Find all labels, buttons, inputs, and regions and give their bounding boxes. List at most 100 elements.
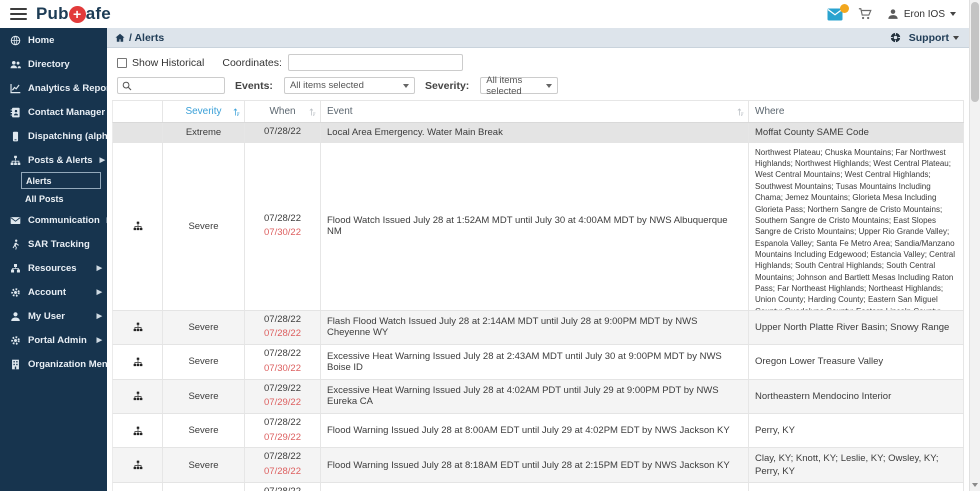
events-select[interactable]: All items selected — [283, 77, 415, 94]
sidebar-item-label: Resources — [28, 262, 77, 274]
alert-where: Perry, KY — [749, 414, 964, 448]
chevron-right-icon: ▶ — [99, 157, 105, 164]
severity-select[interactable]: All items selected — [480, 75, 559, 97]
alert-severity: Severe — [163, 142, 245, 310]
sidebar-subitem-all-posts[interactable]: All Posts — [21, 191, 101, 206]
sidebar-item-dispatching-alpha[interactable]: Dispatching (alpha) — [0, 124, 107, 148]
alert-severity: Severe — [163, 414, 245, 448]
sidebar-item-label: Directory — [28, 58, 70, 70]
sidebar-item-analytics-reports[interactable]: Analytics & Reports▶ — [0, 76, 107, 100]
alert-severity: Severe — [163, 345, 245, 379]
vertical-scrollbar[interactable] — [969, 0, 980, 491]
alert-row[interactable]: Severe 07/29/22 07/29/22 Excessive Heat War… — [112, 379, 964, 415]
notification-badge — [839, 3, 849, 13]
user-icon — [10, 311, 21, 322]
alert-row[interactable]: Severe 07/28/22 07/30/22 Flood Watch Issued… — [112, 142, 964, 311]
users-icon — [10, 59, 21, 70]
logo-text-suffix: afe — [85, 4, 111, 23]
messages-envelope-icon[interactable] — [827, 3, 849, 21]
alert-row[interactable]: Severe 07/28/22 07/30/22 Excessive Heat War… — [112, 345, 964, 380]
sidebar-item-portal-admin[interactable]: Portal Admin ▶ — [0, 328, 107, 352]
filters-panel: Show Historical Coordinates: Events: All… — [107, 48, 969, 97]
sidebar-subitem-alerts[interactable]: Alerts — [21, 172, 101, 189]
alert-event: Flood Warning Issued July 28 at 8:00AM E… — [321, 414, 749, 448]
sidebar-item-resources[interactable]: Resources ▶ — [0, 256, 107, 280]
alert-row[interactable]: Severe07/28/2207/28/22Flood Warning Issu… — [112, 482, 964, 491]
top-bar: Pub + afe Eron IOS — [0, 0, 980, 28]
sidebar-item-posts-alerts[interactable]: Posts & Alerts ▶ — [0, 148, 107, 172]
alert-icon-cell — [113, 142, 163, 310]
alert-date-end: 07/28/22 — [264, 328, 301, 340]
alert-icon-cell — [113, 345, 163, 379]
alert-where: Moffat County SAME Code — [749, 123, 964, 142]
alert-where: Northeastern Mendocino Interior — [749, 379, 964, 414]
sidebar-item-account[interactable]: Account ▶ — [0, 280, 107, 304]
events-select-value: All items selected — [289, 80, 364, 91]
alert-when: 07/29/22 07/29/22 — [245, 379, 321, 414]
sidebar-item-label: Organization Menu — [28, 358, 107, 370]
cart-icon[interactable] — [858, 7, 872, 21]
alert-where: Upper North Platte River Basin; Snowy Ra… — [749, 310, 964, 345]
events-label: Events: — [235, 79, 273, 92]
globe-icon — [10, 35, 21, 46]
breadcrumb: / Alerts — [129, 31, 165, 44]
support-menu[interactable]: Support — [890, 32, 959, 44]
sidebar-item-directory[interactable]: Directory — [0, 52, 107, 76]
alert-date-start: 07/28/22 — [264, 417, 301, 429]
alert-date-start: 07/28/22 — [264, 485, 301, 491]
coordinates-input[interactable] — [287, 54, 463, 71]
alert-icon-cell — [113, 482, 163, 491]
column-header-label: Where — [755, 105, 785, 117]
alert-severity: Severe — [163, 448, 245, 482]
sidebar-item-home[interactable]: Home — [0, 28, 107, 52]
alert-row[interactable]: Extreme 07/28/22 Local Area Emergency. Wat… — [112, 123, 964, 143]
logo-text-prefix: Pub — [36, 4, 69, 23]
alert-row[interactable]: Severe07/28/2207/28/22Flood Warning Issu… — [112, 448, 964, 483]
alert-event: Excessive Heat Warning Issued July 28 at… — [321, 379, 749, 414]
alert-when: 07/28/2207/28/22 — [245, 448, 321, 482]
sort-icon — [735, 107, 745, 117]
alert-severity: Severe — [163, 310, 245, 345]
sidebar-item-contact-manager[interactable]: Contact Manager — [0, 100, 107, 124]
sidebar-item-my-user[interactable]: My User ▶ — [0, 304, 107, 328]
main-content: / Alerts Support Show Historical Coordin… — [107, 28, 969, 491]
alert-event: Flood Watch Issued July 28 at 1:52AM MDT… — [321, 142, 749, 310]
search-icon — [122, 81, 132, 91]
sidebar-item-communication[interactable]: Communication▶ — [0, 208, 107, 232]
alert-row[interactable]: Severe 07/28/22 07/29/22 Flood Warning Issu… — [112, 414, 964, 449]
building-icon — [10, 359, 21, 370]
support-label: Support — [908, 31, 949, 44]
alert-event: Local Area Emergency. Water Main Break — [321, 123, 749, 142]
alert-icon-cell — [113, 123, 163, 142]
home-icon[interactable] — [115, 33, 125, 43]
gear-icon — [10, 287, 21, 298]
alert-where: Clay, KY — [749, 482, 964, 491]
sidebar-item-organization-menu[interactable]: Organization Menu▶ — [0, 352, 107, 376]
search-box[interactable] — [117, 77, 225, 94]
alert-date-start: 07/28/22 — [264, 451, 301, 463]
sidebar-item-label: My User — [28, 310, 65, 322]
sitemap-icon — [133, 357, 143, 367]
chevron-down-icon — [546, 83, 553, 88]
alert-when: 07/28/22 07/30/22 — [245, 142, 321, 310]
app-logo: Pub + afe — [36, 4, 111, 24]
search-input[interactable] — [135, 80, 215, 91]
column-header-event[interactable]: Event — [321, 101, 749, 122]
column-header-when[interactable]: When — [245, 101, 321, 122]
alert-severity: Severe — [163, 379, 245, 414]
alert-when: 07/28/22 — [245, 123, 321, 142]
sidebar-item-label: Communication — [28, 214, 100, 226]
scrollbar-thumb[interactable] — [971, 2, 979, 102]
alert-where: Northwest Plateau; Chuska Mountains; Far… — [749, 142, 964, 310]
column-header-severity[interactable]: Severity — [163, 101, 245, 122]
alert-when: 07/28/2207/28/22 — [245, 482, 321, 491]
chart-icon — [10, 83, 21, 94]
show-historical-checkbox[interactable] — [117, 57, 127, 68]
alert-row[interactable]: Severe 07/28/22 07/28/22 Flash Flood Watch … — [112, 310, 964, 346]
user-menu[interactable]: Eron IOS — [887, 8, 956, 20]
scrollbar-down-arrow[interactable] — [970, 480, 980, 490]
column-header-where: Where — [749, 101, 964, 122]
sidebar-item-sar-tracking[interactable]: SAR Tracking — [0, 232, 107, 256]
hamburger-menu-icon[interactable] — [10, 8, 27, 20]
column-header-label: Severity — [185, 106, 222, 117]
